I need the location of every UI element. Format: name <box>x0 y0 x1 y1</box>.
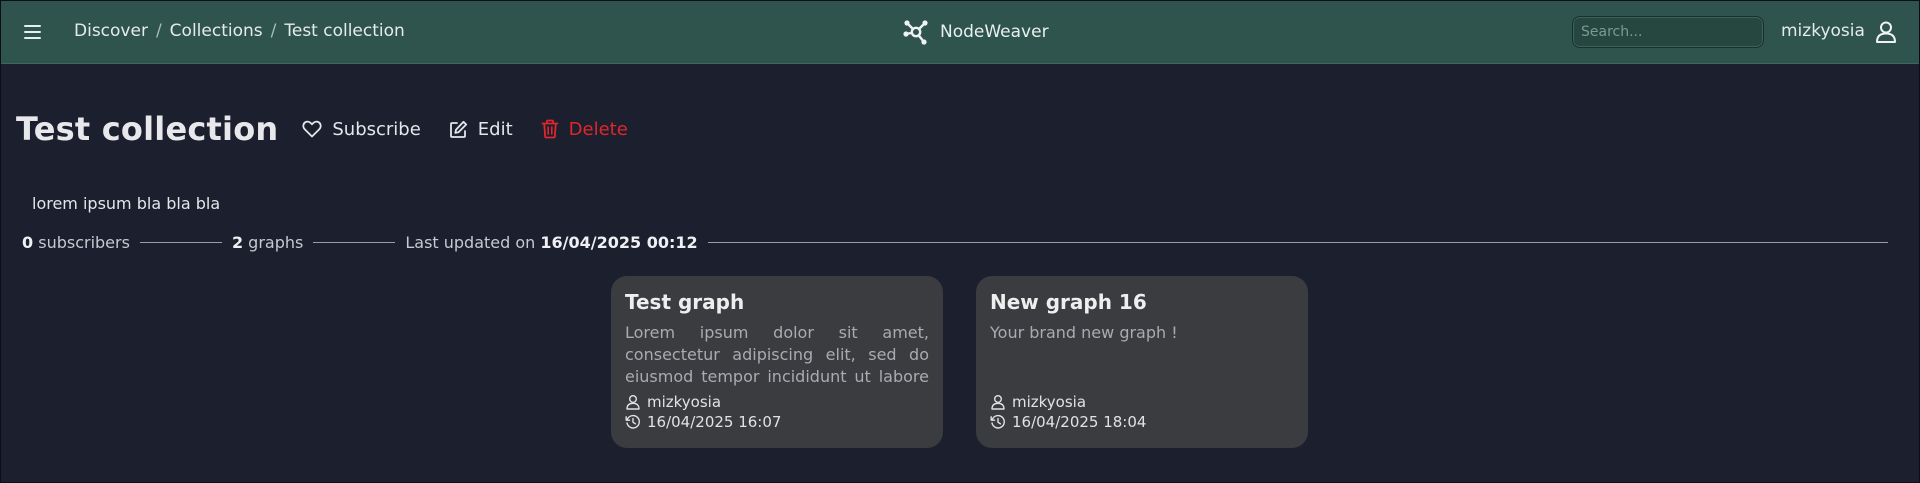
divider <box>707 241 1888 243</box>
graph-description: Lorem ipsum dolor sit amet, consectetur … <box>625 323 929 386</box>
graph-card[interactable]: New graph 16 Your brand new graph ! mizk… <box>976 276 1308 448</box>
user-icon[interactable] <box>1875 20 1897 44</box>
divider <box>139 241 222 243</box>
heart-icon <box>302 120 322 138</box>
delete-label: Delete <box>568 118 628 140</box>
breadcrumb-separator: / <box>155 21 162 41</box>
graph-meta: mizkyosia 16/04/2025 18:04 <box>990 392 1294 432</box>
updated-value: 16/04/2025 00:12 <box>540 232 698 252</box>
graph-date-row: 16/04/2025 18:04 <box>990 412 1294 432</box>
graph-date-row: 16/04/2025 16:07 <box>625 412 929 432</box>
subscribers-count: 0 <box>22 232 34 252</box>
graph-title: New graph 16 <box>990 290 1147 314</box>
author-icon <box>991 395 1005 410</box>
breadcrumb-discover[interactable]: Discover <box>74 21 148 41</box>
edit-icon <box>449 120 467 138</box>
graph-description: Your brand new graph ! <box>990 323 1178 342</box>
breadcrumb: Discover / Collections / Test collection <box>74 21 405 41</box>
subscribers-label: subscribers <box>38 232 130 252</box>
collection-description: lorem ipsum bla bla bla <box>32 194 221 213</box>
graphs-count: 2 <box>231 232 244 252</box>
edit-button[interactable]: Edit <box>449 119 513 140</box>
collection-header: Test collection Subscribe Edit Delete <box>16 106 656 152</box>
nodeweaver-logo-icon <box>903 20 928 45</box>
history-icon <box>990 414 1005 429</box>
graph-date: 16/04/2025 16:07 <box>647 413 782 431</box>
trash-icon <box>541 119 559 139</box>
divider <box>313 241 396 243</box>
updated-label: Last updated on <box>405 232 536 252</box>
delete-button[interactable]: Delete <box>541 119 628 140</box>
author-icon <box>626 395 640 410</box>
subscribe-button[interactable]: Subscribe <box>302 118 421 140</box>
top-bar: Discover / Collections / Test collection… <box>0 0 1920 64</box>
graph-author: mizkyosia <box>647 393 722 411</box>
brand-name: NodeWeaver <box>940 22 1049 42</box>
graph-meta: mizkyosia 16/04/2025 16:07 <box>625 392 929 432</box>
page-title: Test collection <box>16 110 279 148</box>
graph-author-row: mizkyosia <box>990 392 1294 412</box>
breadcrumb-separator: / <box>270 21 277 41</box>
search-input[interactable] <box>1572 16 1764 48</box>
graph-date: 16/04/2025 18:04 <box>1012 413 1147 431</box>
username[interactable]: mizkyosia <box>1781 21 1865 41</box>
subscribe-label: Subscribe <box>332 118 421 140</box>
breadcrumb-current[interactable]: Test collection <box>284 21 404 41</box>
collection-stats: 0 subscribers 2 graphs Last updated on 1… <box>22 232 1898 252</box>
edit-label: Edit <box>477 118 513 140</box>
brand[interactable]: NodeWeaver <box>902 16 1049 48</box>
history-icon <box>625 414 640 429</box>
menu-icon[interactable] <box>22 22 44 42</box>
graphs-label: graphs <box>248 232 304 252</box>
graph-author: mizkyosia <box>1012 393 1087 411</box>
graph-author-row: mizkyosia <box>625 392 929 412</box>
graph-title: Test graph <box>625 290 745 314</box>
graph-card[interactable]: Test graph Lorem ipsum dolor sit amet, c… <box>611 276 943 448</box>
breadcrumb-collections[interactable]: Collections <box>170 21 263 41</box>
